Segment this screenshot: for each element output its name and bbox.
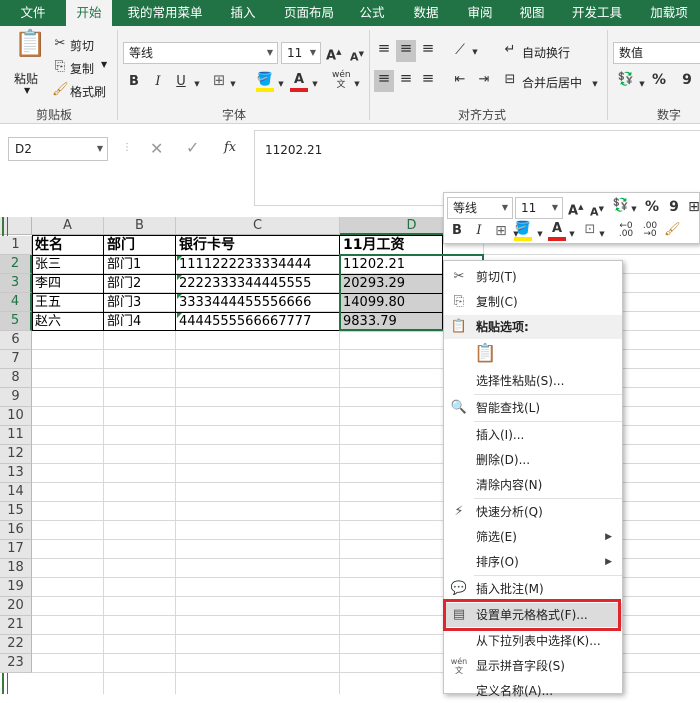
menu-label: 删除(D)... [476, 453, 531, 467]
menu-label: 插入批注(M) [476, 582, 544, 596]
menu-item-copy[interactable]: ⎘ 复制(C) [444, 290, 622, 314]
increase-decimal-icon[interactable]: ←0.00 [616, 222, 636, 239]
mini-font-value: 等线 [453, 201, 478, 215]
mini-size-dropdown[interactable]: 11 ▼ [515, 197, 563, 219]
menu-label: 选择性粘贴(S)... [476, 374, 565, 388]
error-indicator-icon[interactable] [177, 313, 182, 318]
menu-item-insert-comment[interactable]: 💬 插入批注(M) [444, 577, 622, 601]
chevron-down-icon[interactable]: ▼ [630, 201, 638, 217]
accounting-format-icon[interactable]: 💱 [612, 198, 630, 214]
copy-icon: ⎘ [453, 294, 465, 309]
menu-item-paste-special[interactable]: 选择性粘贴(S)... [444, 369, 622, 393]
menu-item-define-name[interactable]: 定义名称(A)... [444, 679, 622, 703]
menu-label: 从下拉列表中选择(K)... [476, 634, 601, 648]
menu-item-smart-lookup[interactable]: 🔍 智能查找(L) [444, 396, 622, 420]
quick-analysis-icon: ⚡ [454, 504, 464, 519]
menu-label: 排序(O) [476, 555, 519, 569]
menu-separator [474, 421, 622, 422]
mini-bold-button[interactable]: B [450, 223, 464, 239]
fill-color-icon[interactable]: 🪣 [514, 221, 532, 241]
menu-label: 复制(C) [476, 295, 518, 309]
decrease-decimal-icon[interactable]: .00 →0 [640, 222, 660, 239]
mini-italic-button[interactable]: I [472, 223, 486, 239]
comment-icon: 💬 [450, 581, 468, 596]
menu-separator [474, 575, 622, 576]
menu-item-insert[interactable]: 插入(I)... [444, 423, 622, 447]
menu-separator [474, 394, 622, 395]
paste-icon: 📋 [450, 319, 468, 334]
search-icon: 🔍 [450, 400, 468, 415]
chevron-down-icon[interactable]: ▼ [568, 226, 576, 242]
mini-comma-button[interactable]: 9 [666, 199, 682, 215]
increase-font-icon[interactable]: A▲ [568, 199, 583, 219]
highlight-box [443, 599, 621, 631]
table-format-icon[interactable]: ⊞ [688, 199, 700, 215]
menu-label: 筛选(E) [476, 530, 517, 544]
menu-label: 插入(I)... [476, 428, 525, 442]
phonetic-guide-icon: wén 文 [450, 657, 468, 675]
chevron-down-icon[interactable]: ▼ [536, 226, 544, 242]
format-painter-icon[interactable]: 🖌 [664, 222, 681, 238]
menu-paste-options-header: 📋 粘贴选项: [444, 315, 622, 339]
menu-item-delete[interactable]: 删除(D)... [444, 448, 622, 472]
menu-label: 粘贴选项: [476, 320, 529, 334]
menu-label: 定义名称(A)... [476, 684, 554, 698]
menu-item-clear[interactable]: 清除内容(N) [444, 473, 622, 497]
menu-label: 剪切(T) [476, 270, 517, 284]
menu-label: 智能查找(L) [476, 401, 541, 415]
mini-font-dropdown[interactable]: 等线 ▼ [447, 197, 513, 219]
submenu-arrow-icon: ▶ [605, 557, 612, 567]
menu-item-quick-analysis[interactable]: ⚡ 快速分析(Q) [444, 500, 622, 524]
paste-option-icon[interactable]: 📋 [474, 342, 496, 366]
menu-item-sort[interactable]: 排序(O) ▶ [444, 550, 622, 574]
mini-toolbar: 等线 ▼ 11 ▼ A▲ A▼ 💱 ▼ % 9 ⊞ B I ⊞ ▼ 🪣 ▼ A ▼ … [443, 192, 700, 244]
scissors-icon: ✂ [453, 269, 465, 284]
menu-item-phonetic[interactable]: wén 文显示拼音字段(S) [444, 654, 622, 678]
error-indicator-icon[interactable] [177, 256, 182, 261]
menu-separator [474, 498, 622, 499]
error-indicator-icon[interactable] [177, 294, 182, 299]
menu-item-cut[interactable]: ✂ 剪切(T) [444, 265, 622, 289]
menu-item-pick-list[interactable]: 从下拉列表中选择(K)... [444, 629, 622, 653]
error-indicator-icon[interactable] [177, 275, 182, 280]
chevron-down-icon: ▼ [501, 203, 508, 212]
chevron-down-icon[interactable]: ▼ [598, 226, 606, 242]
menu-label: 快速分析(Q) [476, 505, 543, 519]
chevron-down-icon: ▼ [551, 203, 558, 212]
menu-label: 显示拼音字段(S) [476, 659, 565, 673]
menu-label: 清除内容(N) [476, 478, 543, 492]
menu-item-filter[interactable]: 筛选(E) ▶ [444, 525, 622, 549]
submenu-arrow-icon: ▶ [605, 532, 612, 542]
mini-percent-button[interactable]: % [644, 199, 660, 215]
border-icon[interactable]: ⊞ [492, 223, 510, 239]
font-color-icon[interactable]: A [548, 221, 566, 241]
mini-size-value: 11 [521, 201, 537, 215]
merge-icon[interactable]: ⊡ [582, 222, 598, 238]
decrease-font-icon[interactable]: A▼ [590, 201, 604, 221]
